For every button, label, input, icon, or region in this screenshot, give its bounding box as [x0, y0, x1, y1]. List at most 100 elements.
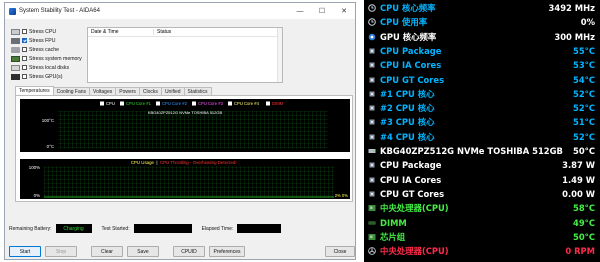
sensor-value: 52°C [573, 131, 595, 142]
legend-checkbox[interactable] [120, 101, 124, 106]
sensor-row: DIMM 49°C [364, 217, 600, 229]
sensor-value: 53°C [573, 60, 595, 71]
stress-disk-option[interactable]: Stress local disks [11, 63, 85, 72]
sensor-value: 58°C [573, 203, 595, 214]
sensor-row: #3 CPU 核心 51°C [364, 116, 600, 128]
aida64-app-icon [9, 7, 16, 15]
legend-checkbox[interactable] [228, 101, 232, 106]
sensor-label: GPU 核心频率 [380, 31, 437, 42]
legend-label: CPU Core #4 [234, 101, 260, 106]
stress-gpu-checkbox[interactable] [22, 74, 27, 79]
legend-checkbox[interactable] [266, 101, 270, 106]
title-bar[interactable]: System Stability Test - AIDA64 — ☐ ✕ [5, 3, 355, 19]
sensor-row: #1 CPU 核心 52°C [364, 88, 600, 100]
preferences-button[interactable]: Preferences [209, 246, 245, 257]
sensor-value: 0 RPM [565, 246, 595, 257]
save-button[interactable]: Save [127, 246, 159, 257]
log-scrollbar[interactable] [277, 28, 282, 82]
chip-icon [368, 118, 376, 126]
clear-button[interactable]: Clear [91, 246, 123, 257]
tab-temperatures[interactable]: Temperatures [15, 86, 54, 95]
stress-cache-label: Stress cache [29, 46, 59, 53]
sensor-value: 52°C [573, 88, 595, 99]
stress-fpu-option[interactable]: Stress FPU [11, 36, 85, 45]
stress-fpu-checkbox[interactable] [22, 38, 27, 43]
gpu-icon [11, 73, 20, 80]
stress-disk-checkbox[interactable] [22, 65, 27, 70]
close-window-button[interactable]: ✕ [333, 3, 355, 19]
log-col-status[interactable]: Status [154, 29, 171, 35]
sensor-row: 中央处理器(CPU) 0 RPM [364, 245, 600, 257]
sensor-value: 0.00 W [562, 188, 595, 199]
event-log-table[interactable]: Date & Time Status [87, 27, 283, 83]
throttling-legend: CPU Throttling - Overheating Detected! [160, 160, 237, 165]
sensor-label: 芯片组 [380, 231, 406, 242]
stress-cache-option[interactable]: Stress cache [11, 45, 85, 54]
temp-axis-top: 100°C [42, 118, 54, 123]
chip-icon [368, 190, 376, 198]
memory-icon [11, 55, 20, 62]
sensor-label: CPU IA Cores [380, 60, 442, 71]
sensor-row: 中央处理器(CPU) 58°C [364, 202, 600, 214]
temperature-graph: CPU CPU Core #1 CPU Core #2 CPU Core #3 CPU … [20, 99, 350, 152]
graph-panel: CPU CPU Core #1 CPU Core #2 CPU Core #3 CPU … [15, 95, 353, 202]
legend-checkbox[interactable] [156, 101, 160, 106]
sensor-label: #1 CPU 核心 [380, 88, 435, 99]
tab-clocks[interactable]: Clocks [138, 87, 162, 95]
close-button[interactable]: Close [325, 246, 355, 257]
sensor-value: 49°C [573, 217, 595, 228]
sensor-label: CPU GT Cores [380, 74, 445, 85]
tab-powers[interactable]: Powers [115, 87, 140, 95]
stress-cpu-checkbox[interactable] [22, 29, 27, 34]
sensor-label: CPU 核心频率 [380, 3, 436, 13]
sensor-value: 3492 MHz [548, 3, 595, 13]
sensor-value: 52°C [573, 103, 595, 114]
sensor-row: CPU IA Cores 1.49 W [364, 174, 600, 186]
minimize-button[interactable]: — [289, 3, 311, 19]
status-row: Remaining Battery: Charging Test Started… [9, 224, 353, 233]
stop-button[interactable]: Stop [45, 246, 77, 257]
stress-memory-option[interactable]: Stress system memory [11, 54, 85, 63]
battery-status: Charging [55, 224, 92, 233]
clock-icon [368, 4, 376, 12]
legend-checkbox[interactable] [100, 101, 104, 106]
sensor-row: CPU Package 3.87 W [364, 159, 600, 171]
sensor-value: 50°C [573, 231, 595, 242]
sensor-label: 中央处理器(CPU) [380, 246, 449, 257]
stress-disk-label: Stress local disks [29, 64, 70, 71]
tab-statistics[interactable]: Statistics [183, 87, 212, 95]
stress-gpu-option[interactable]: Stress GPU(s) [11, 72, 85, 81]
sensor-row: GPU 核心频率 300 MHz [364, 31, 600, 43]
stress-memory-label: Stress system memory [29, 55, 82, 62]
cpuid-button[interactable]: CPUID [173, 246, 205, 257]
stress-options: Stress CPU Stress FPU Stress cache Stres… [11, 27, 85, 81]
chip-icon [368, 61, 376, 69]
tab-voltages[interactable]: Voltages [89, 87, 117, 95]
sensor-row: #2 CPU 核心 52°C [364, 102, 600, 114]
cache-icon [11, 46, 20, 53]
stress-cache-checkbox[interactable] [22, 47, 27, 52]
tab-cooling-fans[interactable]: Cooling Fans [52, 87, 91, 95]
gpu-chip-icon [368, 33, 376, 41]
sensor-row: CPU GT Cores 0.00 W [364, 188, 600, 200]
log-col-datetime[interactable]: Date & Time [88, 29, 154, 35]
window-title: System Stability Test - AIDA64 [19, 8, 100, 14]
legend-label: CPU Core #2 [162, 101, 188, 106]
sensor-panel: CPU 核心频率 3492 MHz CPU 使用率 0% GPU 核心频率 300 MHz… [364, 0, 600, 262]
start-button[interactable]: Start [9, 246, 41, 257]
chip-icon [368, 161, 376, 169]
test-started-value [133, 224, 192, 233]
sensor-label: #4 CPU 核心 [380, 131, 435, 142]
maximize-button[interactable]: ☐ [311, 3, 333, 19]
usage-axis-top: 100% [29, 165, 40, 170]
disk-legend-label: KBG40ZPZ512G NVMe TOSHIBA 512GB [148, 110, 223, 115]
legend-checkbox[interactable] [192, 101, 196, 106]
sensor-value: 55°C [573, 45, 595, 56]
cpu-icon [11, 28, 20, 35]
sensor-value: 51°C [573, 117, 595, 128]
tab-unified[interactable]: Unified [160, 87, 185, 95]
stress-memory-checkbox[interactable] [22, 56, 27, 61]
stress-cpu-option[interactable]: Stress CPU [11, 27, 85, 36]
chip-icon [368, 90, 376, 98]
elapsed-time-label: Elapsed Time: [201, 225, 234, 232]
